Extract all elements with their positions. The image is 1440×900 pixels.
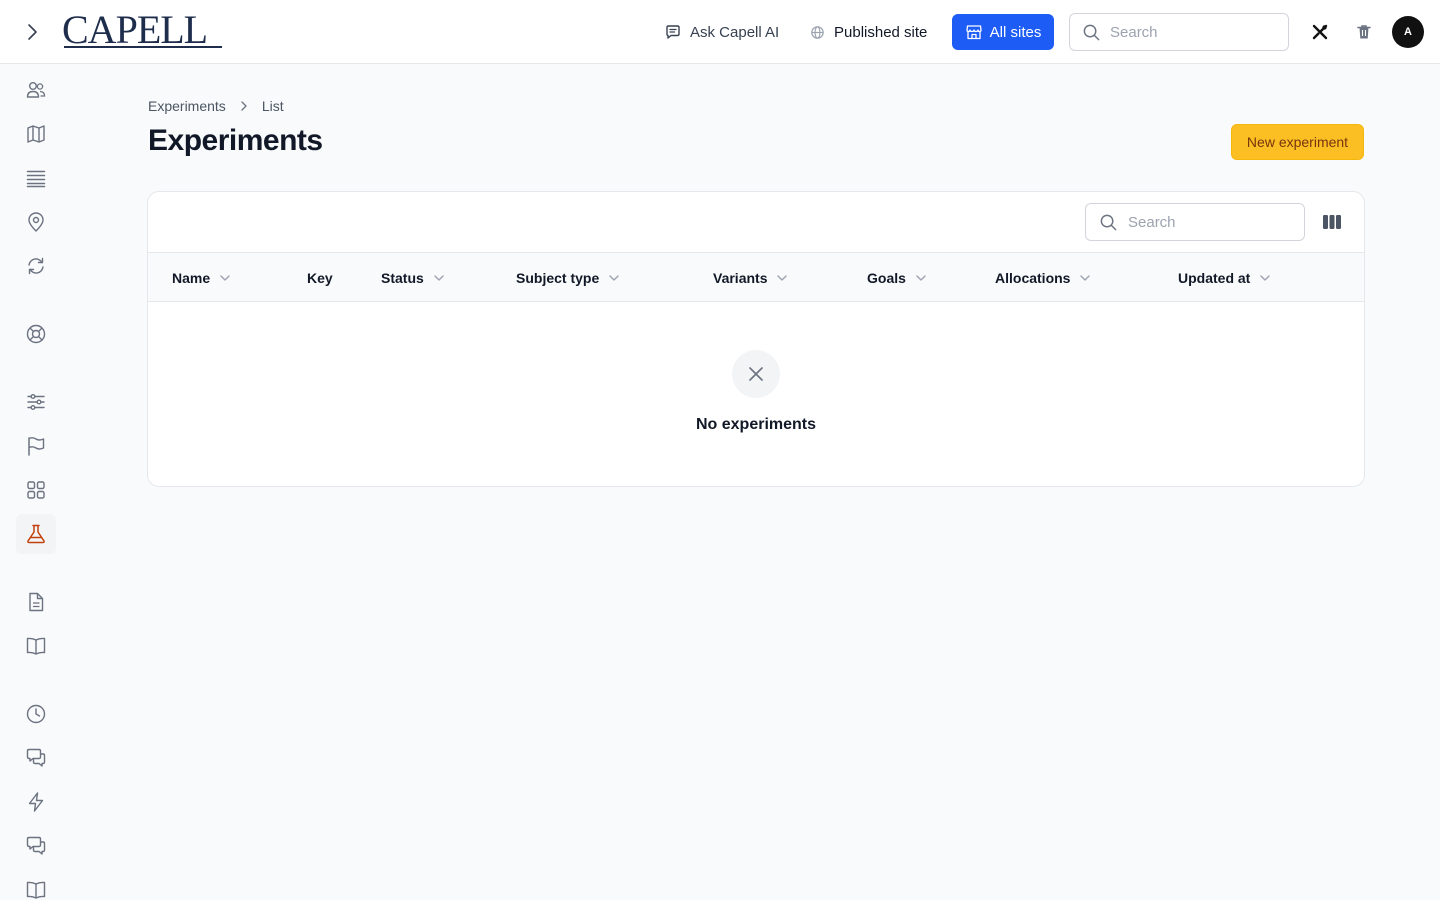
experiments-table-card: Name Key Status Subject type Variants Go… [147,191,1365,487]
published-site-label: Published site [834,23,928,41]
column-label: Subject type [516,269,600,286]
column-header-key: Key [307,253,333,302]
users-icon [25,79,47,101]
grid-icon [25,479,47,501]
document-icon [25,591,47,613]
chat-icon [25,747,47,769]
chevron-down-icon [775,271,789,285]
page-title: Experiments [148,124,323,157]
x-mark-icon [746,364,766,384]
all-sites-label: All sites [989,23,1042,41]
chat-icon [25,835,47,857]
book-icon [25,879,47,900]
chevron-down-icon [607,271,621,285]
column-label: Key [307,269,333,286]
ask-ai-link[interactable]: Ask Capell AI [664,18,779,46]
sidebar-item-automations[interactable] [16,782,56,822]
chevron-down-icon [1078,271,1092,285]
search-icon [1082,23,1101,42]
breadcrumb-experiments[interactable]: Experiments [148,98,226,114]
chat-bubble-icon [664,23,682,41]
trash-icon [1355,23,1373,41]
sidebar-item-support[interactable] [16,314,56,354]
sidebar-item-pages[interactable] [16,582,56,622]
chevron-right-icon [22,22,42,42]
chevron-down-icon [1258,271,1272,285]
sidebar-item-experiments[interactable] [16,514,56,554]
column-header-updated-at[interactable]: Updated at [1178,253,1272,302]
sidebar-item-docs[interactable] [16,626,56,666]
global-search[interactable] [1069,13,1289,51]
sidebar-item-stack[interactable] [16,158,56,198]
column-label: Updated at [1178,269,1251,286]
sidebar-item-sync[interactable] [16,246,56,286]
beaker-icon [25,523,47,545]
sidebar-item-locations[interactable] [16,202,56,242]
column-label: Goals [867,269,906,286]
lifebuoy-icon [25,323,47,345]
clock-icon [25,703,47,725]
storefront-icon [965,23,983,41]
search-icon [1099,213,1118,232]
column-header-allocations[interactable]: Allocations [995,253,1092,302]
stack-icon [25,167,47,189]
empty-state-message: No experiments [695,416,817,433]
top-bar: CAPELL Ask Capell AI Published site All … [0,0,1440,64]
table-toolbar [148,192,1364,253]
sliders-icon [25,391,47,413]
table-search[interactable] [1085,203,1305,241]
column-label: Name [172,269,211,286]
sidebar-item-users[interactable] [16,70,56,110]
logo-underline [64,46,222,48]
sidebar-item-comments[interactable] [16,738,56,778]
new-experiment-button[interactable]: New experiment [1231,124,1364,160]
user-avatar[interactable]: A [1392,16,1424,48]
column-label: Status [381,269,424,286]
sidebar-item-guides[interactable] [16,870,56,900]
sync-icon [25,255,47,277]
sidebar [0,65,72,900]
column-header-status[interactable]: Status [381,253,446,302]
expand-sidebar-button[interactable] [20,20,44,44]
globe-icon [809,24,826,41]
sidebar-item-map[interactable] [16,114,56,154]
sidebar-item-history[interactable] [16,694,56,734]
empty-state-icon [732,350,780,398]
column-label: Variants [713,269,768,286]
column-header-variants[interactable]: Variants [713,253,789,302]
column-header-name[interactable]: Name [172,253,232,302]
all-sites-button[interactable]: All sites [952,14,1054,50]
view-columns-icon [1322,213,1342,231]
column-header-goals[interactable]: Goals [867,253,928,302]
breadcrumb-current: List [261,98,284,114]
sidebar-item-flags[interactable] [16,426,56,466]
map-icon [25,123,47,145]
bolt-icon [25,791,47,813]
published-site-link[interactable]: Published site [809,18,927,46]
chevron-down-icon [914,271,928,285]
trash-button[interactable] [1350,18,1378,46]
map-pin-icon [25,211,47,233]
chevron-down-icon [218,271,232,285]
chevron-right-icon [238,100,250,112]
column-label: Allocations [995,269,1071,286]
sidebar-item-apps[interactable] [16,470,56,510]
column-header-subject-type[interactable]: Subject type [516,253,621,302]
tools-button[interactable] [1306,18,1334,46]
book-icon [25,635,47,657]
global-search-input[interactable] [1110,23,1270,41]
ask-ai-label: Ask Capell AI [690,23,780,41]
sidebar-item-settings[interactable] [16,382,56,422]
chevron-down-icon [432,271,446,285]
sidebar-item-messages[interactable] [16,826,56,866]
toggle-columns-button[interactable] [1318,208,1346,236]
flag-icon [25,435,47,457]
wrench-screwdriver-icon [1311,23,1329,41]
table-search-input[interactable] [1128,213,1288,231]
table-header: Name Key Status Subject type Variants Go… [148,253,1364,302]
breadcrumb: Experiments List [148,96,284,116]
